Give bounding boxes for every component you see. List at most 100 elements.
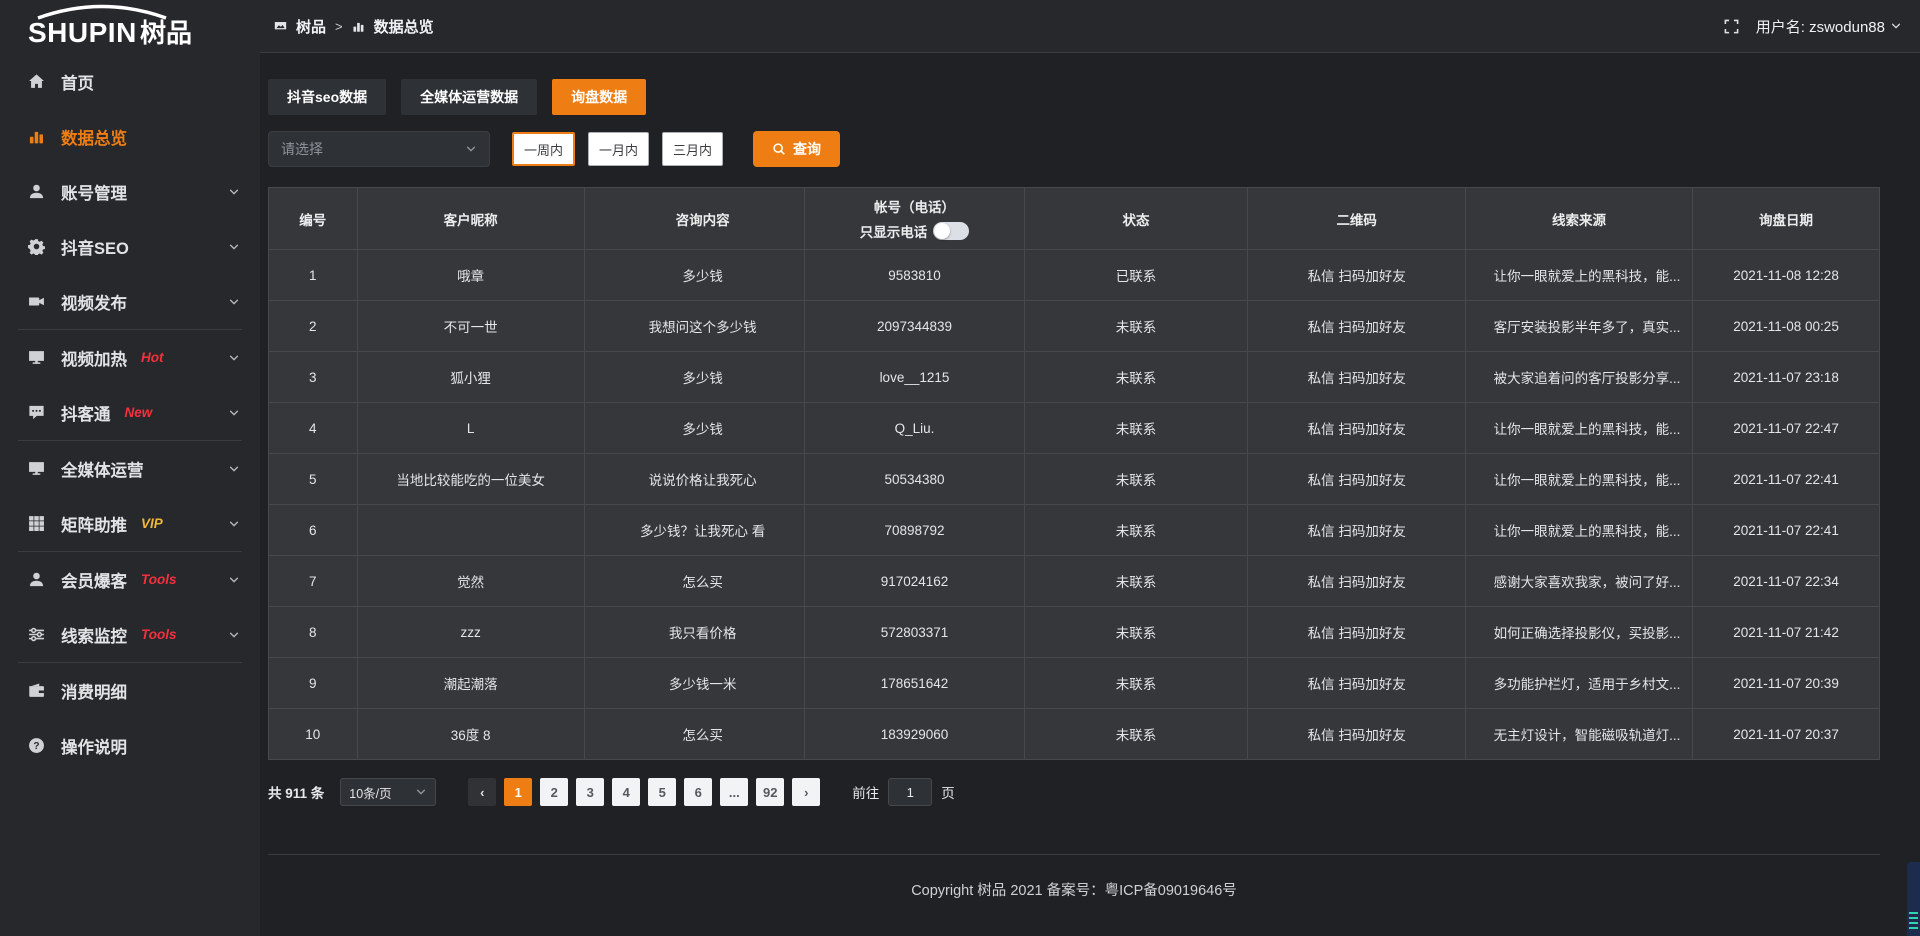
- cell-nickname: 哦章: [357, 250, 584, 301]
- page-ellipsis-button[interactable]: ...: [720, 778, 748, 806]
- chevron-down-icon: [228, 407, 240, 419]
- cell-status: 已联系: [1024, 250, 1248, 301]
- cell-source[interactable]: 被大家追着问的客厅投影分享...: [1465, 352, 1692, 403]
- search-button[interactable]: 查询: [753, 131, 840, 167]
- sidebar-item-consume-detail[interactable]: 消费明细: [0, 663, 260, 718]
- search-button-label: 查询: [793, 139, 821, 159]
- chart-icon: [352, 20, 365, 33]
- range-button-month[interactable]: 一月内: [588, 132, 649, 166]
- account-select[interactable]: 请选择: [268, 131, 490, 167]
- data-tabs: 抖音seo数据全媒体运营数据询盘数据: [268, 79, 1880, 115]
- cell-id: 5: [269, 454, 358, 505]
- fullscreen-icon[interactable]: [1723, 18, 1740, 35]
- sidebar-item-label: 全媒体运营: [61, 457, 144, 481]
- page-button-4[interactable]: 4: [612, 778, 640, 806]
- cell-date: 2021-11-07 22:34: [1693, 556, 1880, 607]
- cell-qrcode[interactable]: 私信 扫码加好友: [1248, 454, 1465, 505]
- phone-only-toggle[interactable]: [933, 222, 969, 240]
- cell-id: 2: [269, 301, 358, 352]
- sidebar-item-member-baoke[interactable]: 会员爆客 Tools: [0, 552, 260, 607]
- cell-status: 未联系: [1024, 556, 1248, 607]
- prev-page-button[interactable]: ‹: [468, 778, 496, 806]
- tab-inquiry-data[interactable]: 询盘数据: [552, 79, 646, 115]
- table-row: 5 当地比较能吃的一位美女 说说价格让我死心 50534380 未联系 私信 扫…: [269, 454, 1880, 505]
- home-icon: [26, 73, 46, 90]
- cell-qrcode[interactable]: 私信 扫码加好友: [1248, 556, 1465, 607]
- cell-content: 我只看价格: [584, 607, 805, 658]
- cell-source[interactable]: 无主灯设计，智能磁吸轨道灯...: [1465, 709, 1692, 760]
- search-icon: [772, 142, 786, 156]
- cell-content: 多少钱？让我死心 看: [584, 505, 805, 556]
- cell-qrcode[interactable]: 私信 扫码加好友: [1248, 301, 1465, 352]
- chevron-down-icon: [228, 241, 240, 253]
- page-button-5[interactable]: 5: [648, 778, 676, 806]
- monitor-icon: [26, 460, 46, 477]
- cell-source[interactable]: 让你一眼就爱上的黑科技，能...: [1465, 454, 1692, 505]
- sidebar-item-douyin-seo[interactable]: 抖音SEO: [0, 219, 260, 274]
- cell-source[interactable]: 多功能护栏灯，适用于乡村文...: [1465, 658, 1692, 709]
- phone-toggle-row: 只显示电话: [860, 221, 970, 241]
- cell-source[interactable]: 感谢大家喜欢我家，被问了好...: [1465, 556, 1692, 607]
- cell-id: 4: [269, 403, 358, 454]
- sidebar-item-video-heat[interactable]: 视频加热 Hot: [0, 330, 260, 385]
- range-button-week[interactable]: 一周内: [512, 132, 575, 166]
- cell-source[interactable]: 让你一眼就爱上的黑科技，能...: [1465, 505, 1692, 556]
- page-button-2[interactable]: 2: [540, 778, 568, 806]
- cell-qrcode[interactable]: 私信 扫码加好友: [1248, 505, 1465, 556]
- page-button-3[interactable]: 3: [576, 778, 604, 806]
- chevron-down-icon: [228, 186, 240, 198]
- range-button-quarter[interactable]: 三月内: [662, 132, 723, 166]
- sidebar-item-data-overview[interactable]: 数据总览: [0, 109, 260, 164]
- user-menu[interactable]: 用户名: zswodun88: [1756, 16, 1902, 37]
- goto-page: 前往 页: [852, 778, 955, 806]
- sidebar-item-media-operation[interactable]: 全媒体运营: [0, 441, 260, 496]
- page-unit-label: 页: [941, 782, 955, 802]
- chevron-down-icon: [228, 629, 240, 641]
- corner-widget[interactable]: [1907, 862, 1920, 936]
- sidebar-item-matrix-boost[interactable]: 矩阵助推 VIP: [0, 496, 260, 551]
- page-size-select[interactable]: 10条/页: [340, 778, 436, 806]
- page-button-6[interactable]: 6: [684, 778, 712, 806]
- col-header-status: 状态: [1024, 188, 1248, 250]
- page-button-92[interactable]: 92: [756, 778, 784, 806]
- sliders-icon: [26, 626, 46, 643]
- cell-source[interactable]: 如何正确选择投影仪，买投影...: [1465, 607, 1692, 658]
- cell-id: 7: [269, 556, 358, 607]
- sidebar-item-home[interactable]: 首页: [0, 54, 260, 109]
- sidebar-item-label: 抖客通: [61, 401, 111, 425]
- goto-page-input[interactable]: [888, 778, 932, 806]
- breadcrumb: 树品 > 数据总览: [274, 16, 434, 37]
- sidebar-item-account-manage[interactable]: 账号管理: [0, 164, 260, 219]
- breadcrumb-item-home[interactable]: 树品: [296, 16, 326, 37]
- sidebar-item-doukotong[interactable]: 抖客通 New: [0, 385, 260, 440]
- cell-source[interactable]: 让你一眼就爱上的黑科技，能...: [1465, 250, 1692, 301]
- corner-widget-stripes: [1909, 912, 1918, 929]
- chevron-down-icon: [228, 352, 240, 364]
- table-row: 1 哦章 多少钱 9583810 已联系 私信 扫码加好友 让你一眼就爱上的黑科…: [269, 250, 1880, 301]
- sidebar-item-label: 数据总览: [61, 125, 127, 149]
- cell-qrcode[interactable]: 私信 扫码加好友: [1248, 709, 1465, 760]
- sidebar-item-label: 抖音SEO: [61, 235, 129, 259]
- cell-qrcode[interactable]: 私信 扫码加好友: [1248, 250, 1465, 301]
- cell-source[interactable]: 客厅安装投影半年多了，真实...: [1465, 301, 1692, 352]
- table-row: 9 潮起潮落 多少钱一米 178651642 未联系 私信 扫码加好友 多功能护…: [269, 658, 1880, 709]
- cell-qrcode[interactable]: 私信 扫码加好友: [1248, 403, 1465, 454]
- cell-account: 183929060: [805, 709, 1024, 760]
- cell-qrcode[interactable]: 私信 扫码加好友: [1248, 352, 1465, 403]
- tab-douyin-seo-data[interactable]: 抖音seo数据: [268, 79, 386, 115]
- cell-status: 未联系: [1024, 607, 1248, 658]
- cell-qrcode[interactable]: 私信 扫码加好友: [1248, 607, 1465, 658]
- page-button-1[interactable]: 1: [504, 778, 532, 806]
- chart-icon: [26, 128, 46, 145]
- sidebar-item-label: 首页: [61, 70, 94, 94]
- cell-status: 未联系: [1024, 352, 1248, 403]
- sidebar-item-lead-monitor[interactable]: 线索监控 Tools: [0, 607, 260, 662]
- tab-media-operation-data[interactable]: 全媒体运营数据: [401, 79, 537, 115]
- cell-nickname: 觉然: [357, 556, 584, 607]
- next-page-button[interactable]: ›: [792, 778, 820, 806]
- cell-date: 2021-11-07 23:18: [1693, 352, 1880, 403]
- sidebar-item-operation-guide[interactable]: ? 操作说明: [0, 718, 260, 773]
- sidebar-item-video-publish[interactable]: 视频发布: [0, 274, 260, 329]
- cell-source[interactable]: 让你一眼就爱上的黑科技，能...: [1465, 403, 1692, 454]
- cell-qrcode[interactable]: 私信 扫码加好友: [1248, 658, 1465, 709]
